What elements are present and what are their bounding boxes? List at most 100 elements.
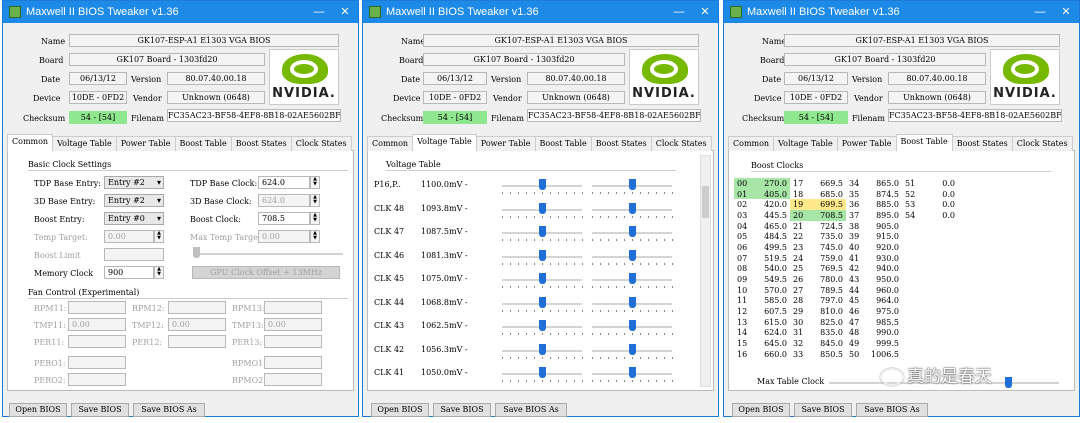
tdp-clock-spinner[interactable]: ▲ ▼ [310, 176, 320, 189]
boost-entry-index[interactable]: 01 [734, 188, 752, 200]
boost-entry-index[interactable]: 14 [734, 328, 752, 339]
boost-entry-clock[interactable]: 540.0 [752, 264, 790, 275]
boost-entry-clock[interactable]: 624.0 [752, 328, 790, 339]
tdp-entry-select[interactable]: Entry #2 [104, 176, 164, 189]
boost-entry-index[interactable]: 07 [734, 253, 752, 264]
tab-voltage-table[interactable]: Voltage Table [773, 136, 838, 151]
tab-boost-table[interactable]: Boost Table [534, 136, 592, 151]
boost-entry-clock[interactable]: 645.0 [752, 338, 790, 349]
voltage-slider-thumb[interactable] [628, 296, 636, 308]
boost-entry-index[interactable]: 37 [846, 210, 864, 221]
boost-entry-index[interactable]: 21 [790, 221, 808, 232]
boost-entry-clock[interactable]: 769.5 [808, 264, 846, 275]
tab-boost-states[interactable]: Boost States [230, 136, 292, 151]
boost-entry-index[interactable]: 03 [734, 210, 752, 221]
boost-entry-clock[interactable]: 797.0 [808, 296, 846, 307]
max-table-clock-slider[interactable] [1005, 377, 1012, 388]
voltage-slider-thumb[interactable] [538, 343, 546, 355]
boost-entry-index[interactable]: 36 [846, 199, 864, 210]
close-button[interactable]: ✕ [692, 1, 718, 23]
save-bios-button[interactable]: Save BIOS [794, 403, 852, 417]
boost-entry-clock[interactable]: 975.0 [864, 306, 902, 317]
boost-entry-index[interactable]: 08 [734, 264, 752, 275]
boost-entry-index[interactable]: 11 [734, 296, 752, 307]
gpu-offset-button[interactable]: GPU Clock Offset + 13MHz [192, 266, 340, 279]
tmp13-input[interactable]: 0.00 [264, 318, 322, 331]
boost-entry-index[interactable]: 09 [734, 274, 752, 285]
boost-entry-index[interactable] [902, 306, 920, 317]
boost-entry-index[interactable]: 34 [846, 178, 864, 189]
boost-entry-clock[interactable] [920, 349, 958, 360]
voltage-slider-thumb[interactable] [538, 296, 546, 308]
boost-entry-clock[interactable]: 465.0 [752, 221, 790, 232]
boost-entry-clock[interactable]: 874.5 [864, 189, 902, 200]
boost-entry-index[interactable] [902, 349, 920, 360]
pero1-input[interactable] [68, 356, 126, 369]
boost-entry-clock[interactable] [920, 328, 958, 339]
tab-voltage-table[interactable]: Voltage Table [412, 134, 477, 151]
scrollbar-thumb[interactable] [702, 186, 709, 218]
boost-entry-clock[interactable]: 810.0 [808, 306, 846, 317]
tab-power-table[interactable]: Power Table [475, 136, 536, 151]
boost-entry-index[interactable]: 47 [846, 317, 864, 328]
boost-entry-index[interactable]: 31 [790, 328, 808, 339]
minimize-button[interactable]: — [306, 1, 332, 23]
memory-clock-input[interactable]: 900 [104, 266, 154, 279]
boost-entry-clock[interactable] [920, 296, 958, 307]
voltage-slider-thumb[interactable] [628, 249, 636, 261]
per11-input[interactable] [68, 335, 126, 348]
voltage-slider-thumb[interactable] [538, 367, 546, 378]
boost-entry-clock[interactable]: 607.5 [752, 306, 790, 317]
close-button[interactable]: ✕ [332, 1, 358, 23]
boost-clock-input[interactable]: 708.5 [258, 212, 310, 225]
boost-entry-clock[interactable]: 905.0 [864, 221, 902, 232]
boost-entry-clock[interactable]: 699.5 [808, 199, 846, 211]
boost-entry-clock[interactable] [920, 264, 958, 275]
boost-entry-index[interactable]: 50 [846, 349, 864, 360]
save-bios-button[interactable]: Save BIOS [71, 403, 129, 417]
tab-common[interactable]: Common [367, 136, 414, 151]
tab-boost-table[interactable]: Boost Table [174, 136, 232, 151]
boost-entry-index[interactable] [902, 231, 920, 242]
boost-entry-index[interactable]: 49 [846, 338, 864, 349]
tmp12-input[interactable]: 0.00 [168, 318, 226, 331]
boost-entry-index[interactable]: 22 [790, 231, 808, 242]
boost-entry-clock[interactable]: 895.0 [864, 210, 902, 221]
memory-clock-spinner[interactable]: ▲ ▼ [154, 266, 164, 279]
pero2-input[interactable] [68, 373, 126, 386]
boost-entry-clock[interactable] [920, 221, 958, 232]
boost-entry-clock[interactable]: 519.5 [752, 253, 790, 264]
boost-entry-clock[interactable]: 940.0 [864, 264, 902, 275]
boost-entry-index[interactable]: 35 [846, 189, 864, 200]
tdp-clock-input[interactable]: 624.0 [258, 176, 310, 189]
boost-entry-index[interactable]: 48 [846, 328, 864, 339]
boost-entry-index[interactable] [902, 253, 920, 264]
voltage-slider-thumb[interactable] [538, 273, 546, 284]
boost-entry-index[interactable]: 26 [790, 274, 808, 285]
boost-entry-index[interactable]: 43 [846, 274, 864, 285]
boost-entry-clock[interactable]: 1006.5 [864, 349, 902, 360]
tab-clock-states[interactable]: Clock States [290, 136, 352, 151]
temp-target-spinner[interactable]: ▲ ▼ [154, 230, 164, 243]
boost-entry-index[interactable]: 06 [734, 242, 752, 253]
boost-entry-index[interactable]: 10 [734, 285, 752, 296]
boost-entry-index[interactable]: 46 [846, 306, 864, 317]
boost-entry-index[interactable] [902, 317, 920, 328]
tab-boost-table[interactable]: Boost Table [895, 134, 953, 151]
boost-entry-index[interactable]: 40 [846, 242, 864, 253]
boost-entry-index[interactable]: 45 [846, 296, 864, 307]
tab-boost-states[interactable]: Boost States [590, 136, 652, 151]
boost-entry-index[interactable]: 32 [790, 338, 808, 349]
boost-entry-index[interactable]: 39 [846, 231, 864, 242]
tab-clock-states[interactable]: Clock States [650, 136, 712, 151]
minimize-button[interactable]: — [1027, 1, 1053, 23]
boost-entry-index[interactable]: 12 [734, 306, 752, 317]
boost-entry-index[interactable]: 00 [734, 178, 752, 189]
voltage-slider-thumb[interactable] [628, 320, 636, 331]
voltage-slider-thumb[interactable] [538, 202, 546, 214]
voltage-slider-thumb[interactable] [628, 179, 636, 190]
voltage-scrollbar[interactable] [700, 155, 711, 387]
3d-clock-spinner[interactable]: ▲ ▼ [310, 194, 320, 207]
boost-entry-clock[interactable] [920, 285, 958, 296]
boost-entry-clock[interactable]: 499.5 [752, 242, 790, 253]
